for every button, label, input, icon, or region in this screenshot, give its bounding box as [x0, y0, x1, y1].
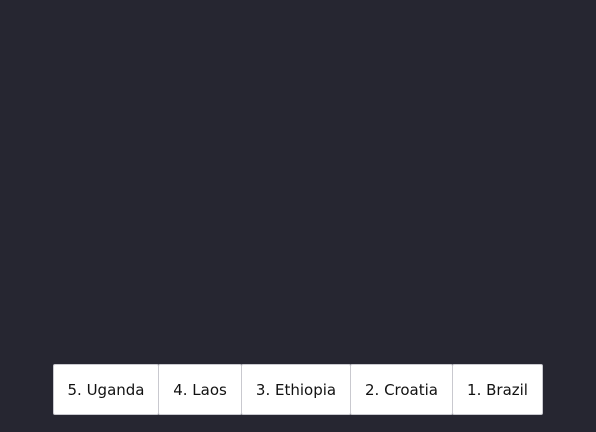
- option-button-brazil[interactable]: 1. Brazil: [452, 364, 543, 415]
- option-button-croatia[interactable]: 2. Croatia: [350, 364, 453, 415]
- option-label: 3. Ethiopia: [255, 380, 337, 399]
- country-options-row: 5. Uganda 4. Laos 3. Ethiopia 2. Croatia…: [53, 364, 543, 415]
- option-button-uganda[interactable]: 5. Uganda: [53, 364, 159, 415]
- option-button-laos[interactable]: 4. Laos: [158, 364, 242, 415]
- app-canvas: 5. Uganda 4. Laos 3. Ethiopia 2. Croatia…: [0, 0, 596, 432]
- option-label: 1. Brazil: [467, 380, 528, 399]
- option-label: 2. Croatia: [364, 380, 438, 399]
- option-label: 5. Uganda: [67, 380, 145, 399]
- option-button-ethiopia[interactable]: 3. Ethiopia: [241, 364, 351, 415]
- option-label: 4. Laos: [173, 380, 227, 399]
